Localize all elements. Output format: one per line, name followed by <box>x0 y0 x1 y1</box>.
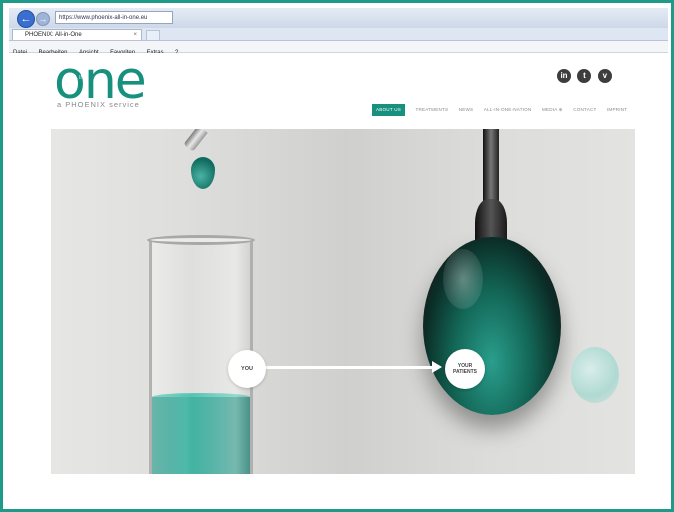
website-viewport: one ALL IN a PHOENIX service in t v ABOU… <box>9 53 668 508</box>
nav-news[interactable]: NEWS <box>459 104 474 116</box>
browser-address-bar: ← → https://www.phoenix-all-in-one.eu <box>9 8 668 29</box>
your-patients-circle-label[interactable]: YOUR PATIENTS <box>445 349 485 389</box>
site-logo[interactable]: one <box>54 55 147 107</box>
forward-button[interactable]: → <box>36 12 50 26</box>
url-field[interactable]: https://www.phoenix-all-in-one.eu <box>55 11 173 24</box>
you-circle-label[interactable]: YOU <box>228 350 266 388</box>
nav-treatments[interactable]: TREATMENTS <box>415 104 448 116</box>
splash-illustration <box>571 347 619 403</box>
test-tube-rim <box>147 235 255 245</box>
spoon-handle <box>483 129 499 209</box>
main-navigation: ABOUT US TREATMENTS NEWS ALL-IN-ONE-NATI… <box>372 98 633 116</box>
spoon-illustration <box>423 237 561 415</box>
logo-badge: ALL IN <box>69 75 85 81</box>
nav-contact[interactable]: CONTACT <box>573 104 596 116</box>
nav-about-us[interactable]: ABOUT US <box>372 104 405 116</box>
back-button[interactable]: ← <box>17 10 35 28</box>
nav-media[interactable]: MEDIA ⊕ <box>542 104 563 116</box>
tab-title: PHOENIX: All-in-One <box>25 32 82 38</box>
linkedin-icon[interactable]: in <box>557 69 571 83</box>
browser-tab[interactable]: PHOENIX: All-in-One × <box>12 29 142 40</box>
site-tagline: a PHOENIX service <box>57 100 140 109</box>
hero-image: YOU YOUR PATIENTS <box>51 129 635 474</box>
twitter-icon[interactable]: t <box>577 69 592 83</box>
you-label: YOU <box>241 366 253 372</box>
new-tab-button[interactable] <box>146 30 160 41</box>
vimeo-icon[interactable]: v <box>597 69 612 83</box>
arrow-right-icon <box>432 361 442 373</box>
close-tab-icon[interactable]: × <box>133 30 137 41</box>
arrow-line <box>254 366 437 369</box>
patients-label-line: PATIENTS <box>453 369 477 375</box>
screenshot-frame: ← → https://www.phoenix-all-in-one.eu PH… <box>0 0 674 512</box>
nav-all-in-one-nation[interactable]: ALL-IN-ONE-NATION <box>484 104 532 116</box>
browser-tab-bar: PHOENIX: All-in-One × <box>9 28 668 41</box>
your-patients-label: YOUR PATIENTS <box>453 363 477 375</box>
nav-imprint[interactable]: IMPRINT <box>607 104 627 116</box>
social-links: in t v <box>557 65 614 83</box>
spoon-highlight <box>443 249 483 309</box>
